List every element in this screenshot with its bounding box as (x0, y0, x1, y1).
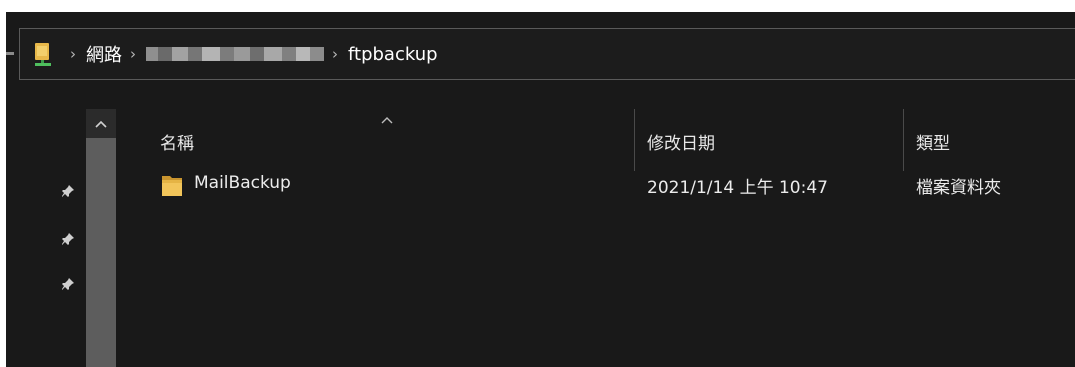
file-modified: 2021/1/14 上午 10:47 (647, 178, 828, 198)
breadcrumb-separator[interactable]: › (70, 45, 76, 63)
scroll-up-icon[interactable] (94, 117, 108, 133)
file-type: 檔案資料夾 (916, 178, 1001, 198)
address-bar[interactable]: › 網路 › › ftpbackup (19, 28, 1075, 80)
window-edge-marker (6, 52, 14, 55)
pin-icon[interactable] (60, 183, 76, 199)
breadcrumb-network[interactable]: 網路 (86, 41, 122, 67)
content-area: 名稱 修改日期 類型 MailBackup 2021/1/14 上午 10:47… (6, 91, 1075, 367)
folder-icon (160, 172, 184, 198)
column-header-row: 名稱 修改日期 類型 (116, 109, 1075, 171)
breadcrumb-redacted-server[interactable] (146, 47, 324, 61)
pin-icon[interactable] (60, 276, 76, 292)
file-row[interactable]: MailBackup 2021/1/14 上午 10:47 檔案資料夾 (116, 165, 1075, 205)
nav-scrollbar-thumb[interactable] (86, 138, 116, 367)
breadcrumb-ftpbackup[interactable]: ftpbackup (348, 44, 438, 65)
breadcrumb-separator[interactable]: › (332, 45, 338, 63)
pin-icon[interactable] (60, 231, 76, 247)
sort-ascending-icon (380, 113, 394, 129)
column-divider[interactable] (634, 109, 635, 171)
network-drive-icon[interactable] (34, 41, 54, 67)
column-divider[interactable] (903, 109, 904, 171)
file-name[interactable]: MailBackup (194, 173, 291, 193)
file-explorer-window: › 網路 › › ftpbackup 名稱 修改日期 類型 MailBackup… (6, 12, 1075, 367)
breadcrumb-separator[interactable]: › (130, 45, 136, 63)
column-header-modified[interactable]: 修改日期 (647, 129, 715, 154)
column-header-type[interactable]: 類型 (916, 129, 950, 154)
column-header-name[interactable]: 名稱 (160, 129, 194, 154)
